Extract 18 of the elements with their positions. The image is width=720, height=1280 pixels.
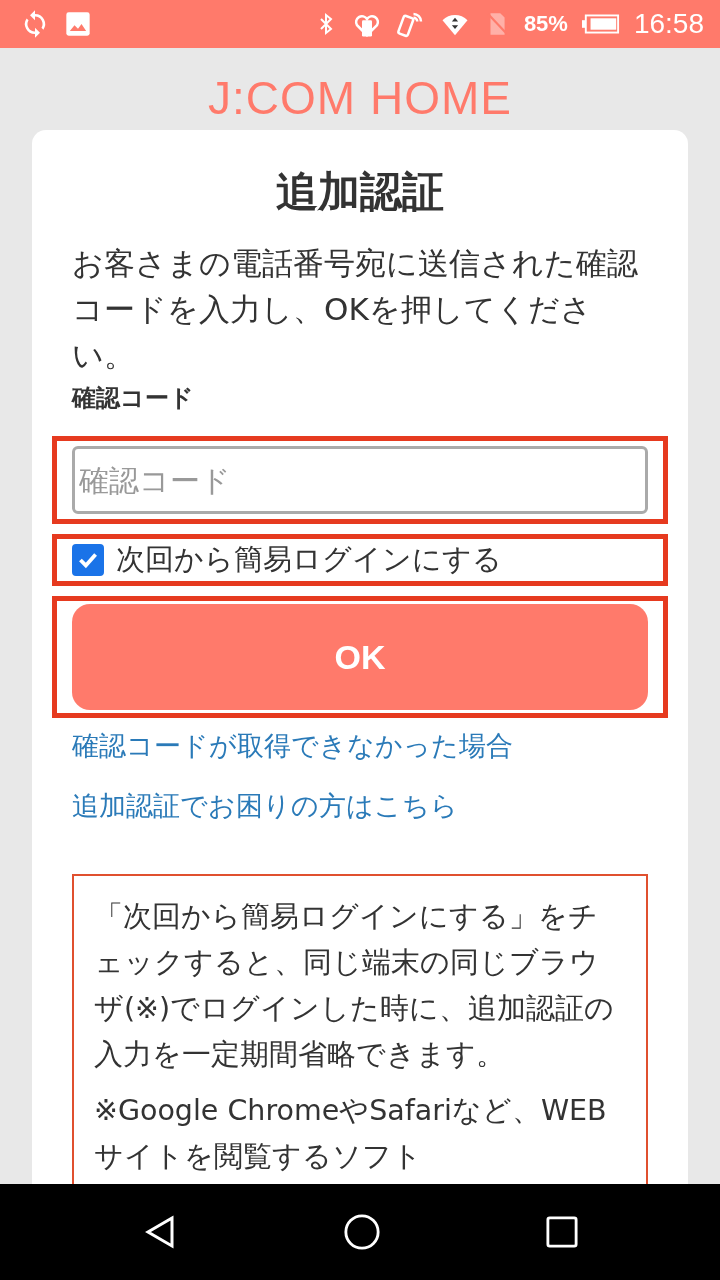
code-input-field[interactable]: 確認コード [72, 446, 648, 514]
notice-text: 「次回から簡易ログインにする」をチェックすると、同じ端末の同じブラウザ(※)でログインした時に、追加認証の入力を一定期間省略できます。 [94, 899, 616, 1073]
notice-text: ※Google ChromeやSafariなど、WEBサイトを閲覧するソフト [94, 1093, 608, 1175]
help-link[interactable]: 追加認証でお困りの方はこちら [72, 788, 458, 824]
instruction-text: お客さまの電話番号宛に送信された確認コードを入力し、OKを押してください。 [72, 244, 639, 375]
checkbox-label[interactable]: 次回から簡易ログインにする [116, 540, 502, 580]
logo: J:COM HOME [208, 72, 512, 124]
page-title: 追加認証 [276, 166, 444, 218]
battery-icon [581, 13, 620, 35]
checkbox[interactable] [72, 544, 104, 576]
ok-button[interactable]: OK [72, 604, 648, 710]
help-link[interactable]: 確認コードが取得できなかった場合 [72, 728, 513, 764]
home-icon[interactable] [343, 1213, 381, 1251]
clock: 16:58 [633, 8, 704, 40]
field-label: 確認コード [72, 383, 194, 414]
image-icon [64, 10, 92, 38]
recents-icon[interactable] [545, 1216, 578, 1248]
battery-percent: 85% [523, 11, 568, 37]
